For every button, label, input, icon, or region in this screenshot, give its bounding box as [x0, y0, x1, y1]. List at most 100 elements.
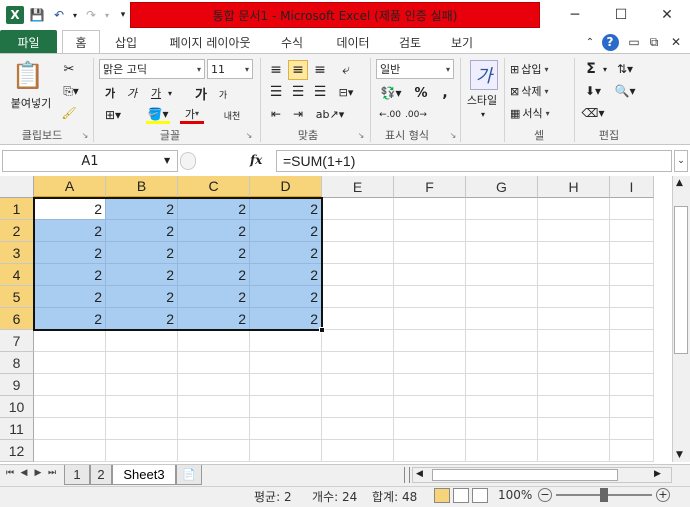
cell-i12[interactable] — [610, 440, 654, 462]
scroll-right-icon[interactable]: ▶ — [654, 469, 661, 479]
cell-a6[interactable]: 2 — [34, 308, 106, 330]
align-right-icon[interactable]: ☰ — [310, 82, 330, 102]
cell-a12[interactable] — [34, 440, 106, 462]
grow-font-button[interactable]: 가 — [192, 84, 210, 103]
cell-g11[interactable] — [466, 418, 538, 440]
row-header-1[interactable]: 1 — [0, 198, 34, 220]
cell-a3[interactable]: 2 — [34, 242, 106, 264]
cell-i11[interactable] — [610, 418, 654, 440]
paste-icon[interactable]: 📋 — [10, 58, 46, 94]
cell-f11[interactable] — [394, 418, 466, 440]
cell-g5[interactable] — [466, 286, 538, 308]
cell-i4[interactable] — [610, 264, 654, 286]
cell-a8[interactable] — [34, 352, 106, 374]
cell-e1[interactable] — [322, 198, 394, 220]
row-header-3[interactable]: 3 — [0, 242, 34, 264]
decrease-indent-icon[interactable]: ⇤ — [266, 104, 286, 124]
cell-c7[interactable] — [178, 330, 250, 352]
cell-c3[interactable]: 2 — [178, 242, 250, 264]
cell-h1[interactable] — [538, 198, 610, 220]
sheet-tab-1[interactable]: 1 — [64, 465, 90, 485]
tab-split-handle[interactable] — [404, 467, 410, 483]
formula-input[interactable]: =SUM(1+1) — [276, 150, 672, 172]
autosum-button[interactable]: Σ — [580, 60, 602, 78]
alignment-launcher-icon[interactable]: ↘ — [356, 129, 366, 141]
cell-b10[interactable] — [106, 396, 178, 418]
cell-h9[interactable] — [538, 374, 610, 396]
horizontal-scroll-thumb[interactable] — [432, 469, 618, 481]
format-cells-button[interactable]: ▦ 서식 ▾ — [510, 104, 570, 122]
cell-g8[interactable] — [466, 352, 538, 374]
styles-dropdown-icon[interactable]: ▾ — [478, 108, 488, 120]
cell-b3[interactable]: 2 — [106, 242, 178, 264]
expand-formula-bar-icon[interactable]: ⌄ — [674, 150, 688, 172]
cell-c8[interactable] — [178, 352, 250, 374]
cut-icon[interactable]: ✂ — [60, 60, 78, 78]
cell-g10[interactable] — [466, 396, 538, 418]
last-sheet-icon[interactable]: ⏭ — [46, 468, 58, 478]
cell-g7[interactable] — [466, 330, 538, 352]
tab-view[interactable]: 보기 — [442, 30, 482, 54]
sheet-tab-2[interactable]: 2 — [90, 465, 112, 485]
cell-c2[interactable]: 2 — [178, 220, 250, 242]
cell-h10[interactable] — [538, 396, 610, 418]
insert-function-button[interactable]: fx — [250, 153, 262, 167]
align-left-icon[interactable]: ☰ — [266, 82, 286, 102]
font-size-select[interactable]: 11 ▾ — [207, 59, 253, 79]
column-header-d[interactable]: D — [250, 176, 322, 198]
align-middle-icon[interactable]: ≡ — [288, 60, 308, 80]
sheet-tab-sheet3[interactable]: Sheet3 — [112, 465, 176, 485]
percent-button[interactable]: % — [412, 84, 430, 102]
cell-g9[interactable] — [466, 374, 538, 396]
accounting-format-icon[interactable]: 💱▾ — [378, 84, 404, 102]
page-layout-view-icon[interactable] — [453, 488, 469, 503]
styles-icon[interactable]: 가 — [470, 60, 498, 90]
orientation-icon[interactable]: ab↗▾ — [316, 104, 344, 124]
cell-g6[interactable] — [466, 308, 538, 330]
merge-center-icon[interactable]: ⊟▾ — [334, 82, 358, 102]
column-header-a[interactable]: A — [34, 176, 106, 198]
excel-logo-icon[interactable]: X — [6, 6, 24, 24]
cell-f6[interactable] — [394, 308, 466, 330]
row-header-11[interactable]: 11 — [0, 418, 34, 440]
cell-f1[interactable] — [394, 198, 466, 220]
cell-c4[interactable]: 2 — [178, 264, 250, 286]
normal-view-icon[interactable] — [434, 488, 450, 503]
fill-color-icon[interactable]: 🪣▾ — [146, 106, 170, 124]
find-select-icon[interactable]: 🔍▾ — [612, 82, 638, 100]
cell-g12[interactable] — [466, 440, 538, 462]
cell-g4[interactable] — [466, 264, 538, 286]
cell-i6[interactable] — [610, 308, 654, 330]
row-header-7[interactable]: 7 — [0, 330, 34, 352]
row-header-4[interactable]: 4 — [0, 264, 34, 286]
cell-i8[interactable] — [610, 352, 654, 374]
cell-a4[interactable]: 2 — [34, 264, 106, 286]
cell-d1[interactable]: 2 — [250, 198, 322, 220]
tab-review[interactable]: 검토 — [390, 30, 430, 54]
cell-f5[interactable] — [394, 286, 466, 308]
cell-a11[interactable] — [34, 418, 106, 440]
vertical-scroll-thumb[interactable] — [674, 206, 688, 354]
cell-f10[interactable] — [394, 396, 466, 418]
cell-a1[interactable]: 2 — [34, 198, 106, 220]
row-header-12[interactable]: 12 — [0, 440, 34, 462]
row-header-6[interactable]: 6 — [0, 308, 34, 330]
cell-i5[interactable] — [610, 286, 654, 308]
column-header-c[interactable]: C — [178, 176, 250, 198]
number-launcher-icon[interactable]: ↘ — [448, 129, 458, 141]
cell-e12[interactable] — [322, 440, 394, 462]
cell-d8[interactable] — [250, 352, 322, 374]
cell-d12[interactable] — [250, 440, 322, 462]
italic-button[interactable]: 가 — [124, 84, 140, 102]
cell-f12[interactable] — [394, 440, 466, 462]
tab-data[interactable]: 데이터 — [328, 30, 378, 54]
cell-g2[interactable] — [466, 220, 538, 242]
zoom-slider-thumb[interactable] — [600, 488, 608, 502]
cell-d9[interactable] — [250, 374, 322, 396]
cell-c1[interactable]: 2 — [178, 198, 250, 220]
fill-icon[interactable]: ⬇▾ — [580, 82, 606, 100]
align-top-icon[interactable]: ≡ — [266, 60, 286, 80]
row-header-10[interactable]: 10 — [0, 396, 34, 418]
close-button[interactable]: ✕ — [644, 0, 690, 30]
cell-b8[interactable] — [106, 352, 178, 374]
